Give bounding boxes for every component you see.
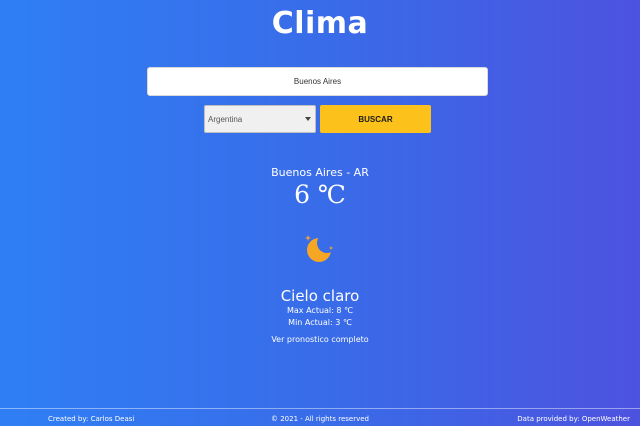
search-button-label: BUSCAR: [358, 114, 393, 124]
footer-data-provider: Data provided by: OpenWeather: [517, 415, 630, 423]
max-temperature: Max Actual: 8 ℃: [287, 306, 353, 315]
current-temperature: 6 ℃: [294, 180, 346, 209]
full-forecast-link[interactable]: Ver pronostico completo: [0, 334, 640, 346]
city-search-input[interactable]: [147, 67, 488, 96]
search-button[interactable]: BUSCAR: [320, 105, 431, 133]
country-select[interactable]: Argentina: [204, 105, 316, 133]
chevron-down-icon: [305, 117, 311, 121]
weather-description: Cielo claro: [280, 287, 360, 305]
country-select-value: Argentina: [208, 114, 243, 124]
min-temperature: Min Actual: 3 ℃: [288, 318, 352, 327]
app-title: Clima: [271, 6, 369, 41]
footer: Created by: Carlos Deasi © 2021 - All ri…: [0, 408, 640, 426]
moon-stars-icon: [305, 235, 333, 262]
